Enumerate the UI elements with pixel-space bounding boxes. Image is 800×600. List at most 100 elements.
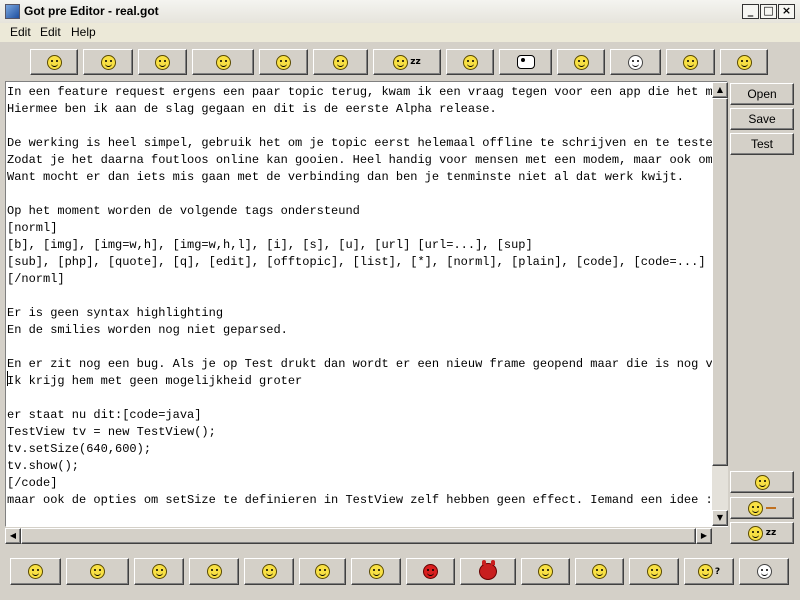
cigarette-mark xyxy=(766,507,776,509)
editor-line: tv.show(); xyxy=(7,459,80,473)
grin-smiley-icon xyxy=(276,54,291,70)
vertical-scroll-thumb[interactable] xyxy=(712,98,728,466)
sleepy-smiley-icon xyxy=(747,525,763,541)
editor-line: [/norml] xyxy=(7,272,65,286)
scroll-down-button[interactable]: ▼ xyxy=(712,510,728,526)
shocked-smiley-icon xyxy=(628,54,643,70)
bottom-smiley-button-4[interactable] xyxy=(189,558,239,585)
evil-grin-icon xyxy=(538,564,553,579)
horizontal-scroll-thumb[interactable] xyxy=(21,528,696,544)
bottom-smiley-button-12[interactable] xyxy=(629,558,679,585)
editor-line: In een feature request ergens een paar t… xyxy=(7,85,712,99)
editor-content[interactable]: In een feature request ergens een paar t… xyxy=(7,84,712,524)
plain-smiley-icon xyxy=(155,54,170,70)
maximize-button[interactable]: □ xyxy=(760,4,777,19)
bottom-smiley-button-14[interactable] xyxy=(739,558,789,585)
bottom-smiley-button-13[interactable]: ? xyxy=(684,558,734,585)
hiding-smiley-icon xyxy=(90,564,105,579)
smiley-toolbar: zz xyxy=(0,42,800,80)
editor-line: [sub], [php], [quote], [q], [edit], [off… xyxy=(7,255,706,269)
bottom-smiley-button-9[interactable] xyxy=(460,558,516,585)
big-grin-icon xyxy=(754,474,770,490)
open-button[interactable]: Open xyxy=(730,83,794,105)
title-bar: Got pre Editor - real.got _ □ × xyxy=(0,0,800,24)
minimize-button[interactable]: _ xyxy=(742,4,759,19)
smirk-smiley-icon xyxy=(462,54,478,70)
smiley-button-3[interactable] xyxy=(138,49,187,75)
editor-line: Er is geen syntax highlighting xyxy=(7,306,224,320)
sleeping-smiley-icon xyxy=(393,54,409,70)
smiley-button-9[interactable] xyxy=(499,49,552,75)
editor-line: [b], [img], [img=w,h], [img=w,h,l], [i],… xyxy=(7,238,533,252)
cool-sunglasses-icon xyxy=(646,564,662,579)
side-smiley-button-1[interactable] xyxy=(730,471,794,493)
window-title: Got pre Editor - real.got xyxy=(24,4,159,18)
worried-smiley-icon xyxy=(368,564,384,579)
vertical-scrollbar[interactable]: ▲ ▼ xyxy=(712,82,728,526)
smile-icon xyxy=(46,54,62,70)
wink-smiley-icon xyxy=(683,54,698,70)
test-button[interactable]: Test xyxy=(730,133,794,155)
side-smiley-button-2[interactable] xyxy=(730,497,794,519)
editor-line: maar ook de opties om setSize te definie… xyxy=(7,493,712,507)
smiley-button-10[interactable] xyxy=(557,49,605,75)
menu-edit[interactable]: Edit xyxy=(10,25,31,39)
bottom-smiley-button-8[interactable] xyxy=(406,558,455,585)
confused-smiley-icon xyxy=(697,564,713,579)
bottom-smiley-button-10[interactable] xyxy=(521,558,570,585)
smiley-button-1[interactable] xyxy=(30,49,78,75)
editor-line: En er zit nog een bug. Als je op Test dr… xyxy=(7,357,712,371)
text-caret xyxy=(7,371,8,386)
bottom-smiley-button-6[interactable] xyxy=(299,558,346,585)
smiley-button-13[interactable] xyxy=(720,49,768,75)
bottom-smiley-button-3[interactable] xyxy=(134,558,184,585)
scroll-left-button[interactable]: ◀ xyxy=(5,528,21,544)
java-app-icon xyxy=(5,4,20,19)
editor-line: Zodat je het daarna foutloos online kan … xyxy=(7,153,712,167)
bottom-smiley-button-2[interactable] xyxy=(66,558,129,585)
smiley-button-7[interactable]: zz xyxy=(373,49,441,75)
editor-line: [/code] xyxy=(7,476,58,490)
editor-line: tv.setSize(640,600); xyxy=(7,442,152,456)
horizontal-scrollbar[interactable]: ◀ ▶ xyxy=(5,528,712,544)
tongue-smiley-icon xyxy=(100,54,116,70)
zz-label-side: zz xyxy=(765,528,777,538)
editor-line: De werking is heel simpel, gebruik het o… xyxy=(7,136,712,150)
menu-bar: Edit Edit Help xyxy=(0,23,800,42)
editor-textarea[interactable]: In een feature request ergens een paar t… xyxy=(5,81,728,527)
white-face-icon xyxy=(756,564,772,579)
smiley-button-5[interactable] xyxy=(259,49,308,75)
bottom-smiley-button-5[interactable] xyxy=(244,558,294,585)
scroll-right-button[interactable]: ▶ xyxy=(696,528,712,544)
close-button[interactable]: × xyxy=(778,4,795,19)
save-button[interactable]: Save xyxy=(730,108,794,130)
smiley-button-6[interactable] xyxy=(313,49,368,75)
editor-line: er staat nu dit:[code=java] xyxy=(7,408,202,422)
side-smiley-button-3[interactable]: zz xyxy=(730,522,794,544)
bearded-smiley-icon xyxy=(151,564,167,579)
bottom-smiley-button-1[interactable] xyxy=(10,558,61,585)
scroll-up-button[interactable]: ▲ xyxy=(712,82,728,98)
zz-label: zz xyxy=(410,57,421,67)
surprised-smiley-icon xyxy=(736,54,752,70)
question-label: ? xyxy=(714,566,721,577)
smiley-button-2[interactable] xyxy=(83,49,133,75)
smoking-smiley-icon xyxy=(748,500,763,516)
angel-smiley-icon xyxy=(315,564,330,579)
bottom-smiley-button-11[interactable] xyxy=(575,558,624,585)
angry-red-icon xyxy=(423,564,438,579)
menu-edit-2[interactable]: Edit xyxy=(40,25,61,39)
bottom-smiley-toolbar: ? xyxy=(0,553,800,593)
smiley-button-11[interactable] xyxy=(610,49,661,75)
bottom-smiley-button-7[interactable] xyxy=(351,558,401,585)
eating-smiley-icon xyxy=(333,54,348,70)
smiley-button-8[interactable] xyxy=(446,49,494,75)
smiley-button-12[interactable] xyxy=(666,49,715,75)
menu-help[interactable]: Help xyxy=(71,25,96,39)
smiley-button-4[interactable] xyxy=(192,49,254,75)
cow-icon xyxy=(516,55,535,69)
